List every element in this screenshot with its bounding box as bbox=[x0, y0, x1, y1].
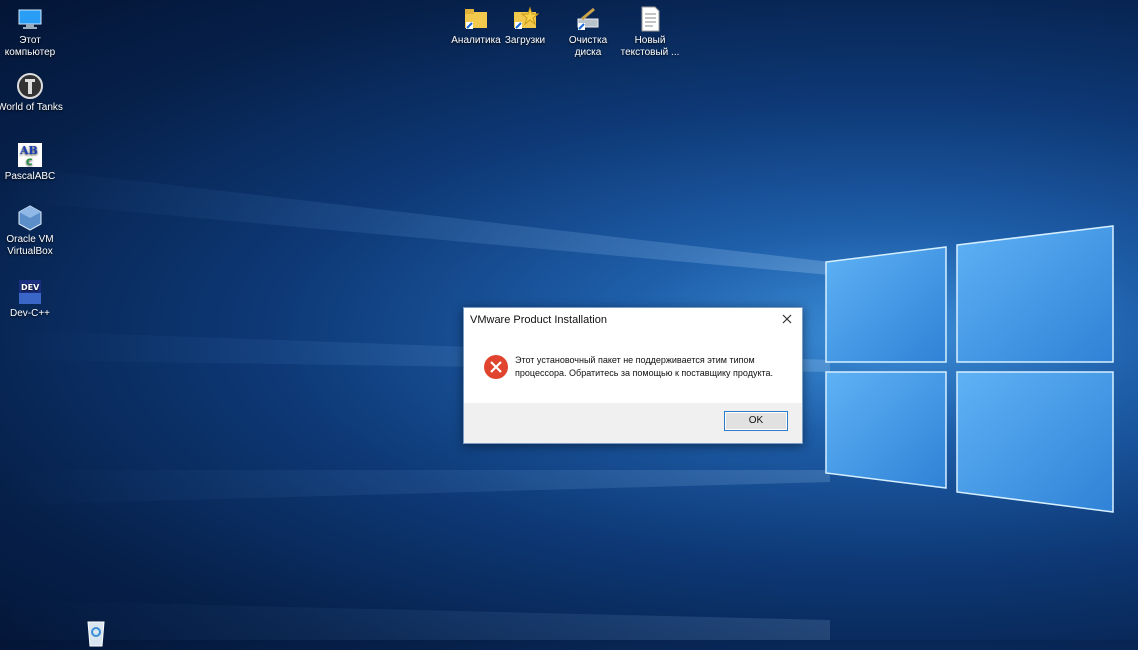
close-icon[interactable] bbox=[780, 312, 794, 326]
dialog-footer: OK bbox=[464, 403, 802, 443]
dialog-body: Этот установочный пакет не поддерживаетс… bbox=[464, 332, 802, 403]
svg-text:AB: AB bbox=[19, 144, 38, 157]
devcpp-icon: DEV bbox=[19, 280, 41, 304]
desktop-icon-recycle-bin[interactable] bbox=[63, 620, 129, 650]
dialog-message: Этот установочный пакет не поддерживаетс… bbox=[515, 355, 774, 378]
desktop-icon-downloads[interactable]: Загрузки bbox=[492, 5, 558, 47]
desktop-icon-this-pc[interactable]: Этот компьютер bbox=[0, 5, 63, 59]
text-document-icon bbox=[641, 6, 660, 32]
desktop-icon-pascalabc[interactable]: AB C PascalABC bbox=[0, 141, 63, 183]
error-icon bbox=[484, 355, 508, 379]
ok-button[interactable]: OK bbox=[724, 411, 788, 431]
folder-shortcut-icon bbox=[465, 9, 487, 29]
pascalabc-icon: AB C bbox=[18, 143, 42, 168]
desktop-icon-world-of-tanks[interactable]: World of Tanks bbox=[0, 72, 63, 114]
this-pc-icon bbox=[18, 9, 42, 29]
downloads-shortcut-icon bbox=[514, 6, 539, 29]
desktop-icon-devcpp[interactable]: DEV Dev-C++ bbox=[0, 278, 63, 320]
recycle-bin-icon bbox=[87, 621, 105, 647]
desktop-icon-disk-cleanup[interactable]: Очистка диска bbox=[555, 5, 621, 59]
world-of-tanks-icon bbox=[17, 73, 43, 99]
dialog-titlebar[interactable]: VMware Product Installation bbox=[464, 308, 802, 332]
virtualbox-icon bbox=[18, 205, 42, 231]
dialog-title: VMware Product Installation bbox=[470, 314, 607, 326]
svg-text:DEV: DEV bbox=[21, 283, 40, 292]
desktop-icon-virtualbox[interactable]: Oracle VM VirtualBox bbox=[0, 204, 63, 258]
error-dialog: VMware Product Installation Этот установ… bbox=[463, 307, 803, 444]
svg-text:C: C bbox=[26, 158, 33, 168]
desktop-icon-new-text-document[interactable]: Новый текстовый ... bbox=[617, 5, 683, 59]
disk-cleanup-icon bbox=[577, 7, 599, 30]
